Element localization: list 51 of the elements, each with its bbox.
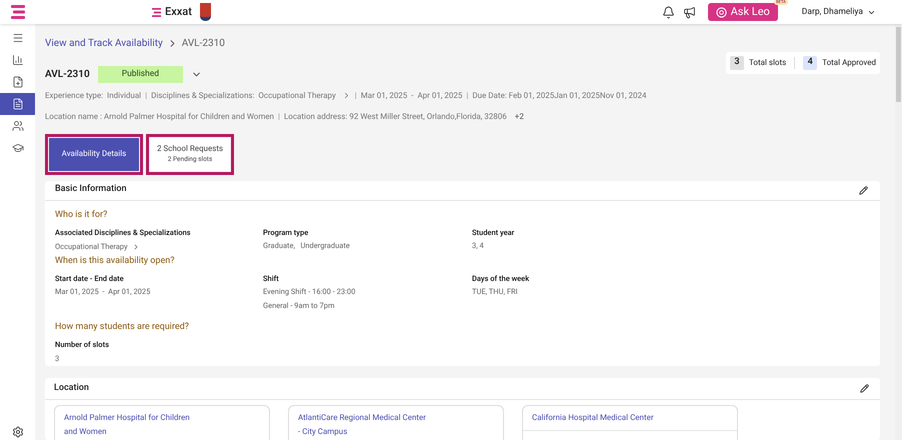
section-heading: Who is it for? <box>55 208 108 222</box>
meta-text: Disciplines & Specializations: Occupational Therapy <box>151 90 336 102</box>
meta-text: Due Date: Feb 01, 2025Jan 01, 2025Nov 01, 2024 <box>472 90 647 102</box>
meta-text: Mar 01, 2025 - Apr 01, 2025 <box>360 90 462 102</box>
status-badge: Published <box>98 66 184 83</box>
stat-label: Total slots <box>749 57 786 69</box>
sparkle-icon <box>716 6 727 18</box>
location-tile[interactable]: AtlantiCare Regional Medical Center - City Campus <box>288 404 504 440</box>
scrollbar-thumb[interactable] <box>896 27 901 102</box>
sidebar-item[interactable] <box>0 93 35 115</box>
stat-label: Total Approved <box>822 57 876 69</box>
edit-icon[interactable] <box>860 384 869 393</box>
record-id: AVL-2310 <box>45 68 90 82</box>
separator: | <box>278 110 280 123</box>
award-badge-icon <box>200 3 211 21</box>
breadcrumb-current: AVL-2310 <box>182 37 225 51</box>
card-title: Location <box>54 382 89 394</box>
meta-text: Location address: 92 West Miller Street, Orlando,Florida, 32806 <box>284 110 507 123</box>
location-name: California Hospital Medical Center <box>531 412 655 424</box>
location-name: Arnold Palmer Hospital for Children and Women <box>63 412 191 438</box>
tab[interactable]: Availability Details <box>49 138 139 171</box>
meta-text: Experience type: Individual <box>45 90 142 102</box>
card-title: Basic Information <box>55 183 127 196</box>
separator: | <box>145 90 148 102</box>
menu-icon <box>12 32 24 44</box>
graduation-cap-icon <box>12 142 24 154</box>
document-icon <box>12 98 24 110</box>
brand-logo-icon <box>152 8 161 16</box>
location-tile[interactable]: Arnold Palmer Hospital for Children and Women <box>54 404 270 440</box>
bar-chart-icon <box>12 54 24 66</box>
user-menu[interactable]: Darp, Dhameliya <box>802 6 876 18</box>
brand-name: Exxat <box>165 4 192 20</box>
more-link[interactable]: +2 <box>514 110 524 123</box>
file-plus-icon <box>12 76 24 88</box>
stat-count: 4 <box>803 56 818 70</box>
section-heading: How many students are required? <box>55 320 190 334</box>
edit-icon[interactable] <box>859 186 868 195</box>
app-logo-icon[interactable] <box>10 4 26 20</box>
people-icon <box>12 120 24 132</box>
megaphone-icon[interactable] <box>682 6 696 18</box>
separator: | <box>466 90 468 102</box>
location-name: AtlantiCare Regional Medical Center - City Campus <box>297 412 427 438</box>
meta-text: Location name : Arnold Palmer Hospital for Children and Women <box>45 110 274 123</box>
separator: | <box>354 90 357 102</box>
breadcrumb-link[interactable]: View and Track Availability <box>45 36 163 51</box>
ask-leo-button[interactable]: Ask Leo <box>708 3 778 21</box>
notification-bell-icon[interactable] <box>662 6 675 18</box>
stat-count: 3 <box>730 56 744 70</box>
section-heading: When is this availability open? <box>55 254 176 268</box>
location-tile[interactable]: California Hospital Medical Center <box>522 404 738 440</box>
settings-icon[interactable] <box>12 426 24 438</box>
